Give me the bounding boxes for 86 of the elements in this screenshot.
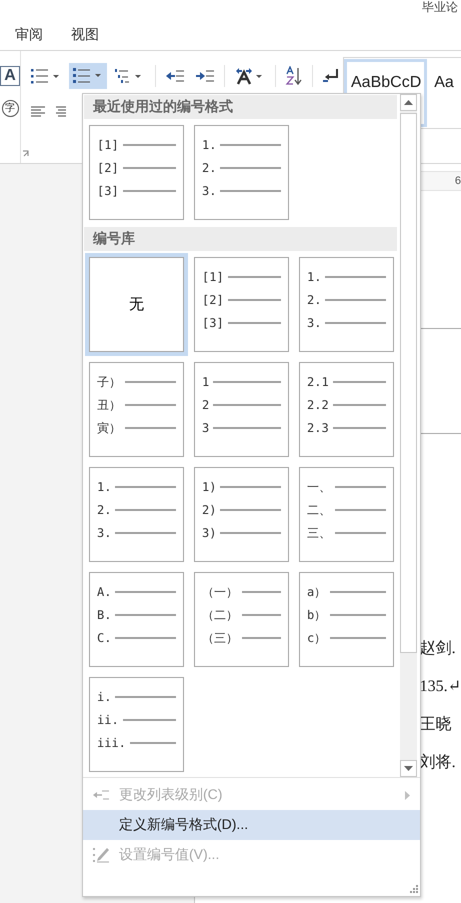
numbering-format-tile[interactable]: 1) 2) 3) <box>194 467 289 562</box>
number-marker: [3] <box>97 184 119 198</box>
number-marker: c） <box>307 630 326 646</box>
document-text: 王晓 <box>420 714 453 735</box>
ribbon-tab[interactable]: 视图 <box>71 24 99 46</box>
number-marker: a） <box>307 584 326 600</box>
scroll-up-button[interactable] <box>400 94 417 111</box>
numbering-format-tile[interactable]: 1. 2. 3. <box>194 125 289 220</box>
number-marker: 1. <box>202 138 216 152</box>
enclose-character-button[interactable]: 字 <box>2 100 18 117</box>
numbering-format-tile[interactable]: 一、 二、 三、 <box>299 467 394 562</box>
show-marks-icon <box>322 68 340 84</box>
section-header: 最近使用过的编号格式 <box>84 95 397 119</box>
number-marker: b） <box>307 606 326 624</box>
number-marker: 3. <box>202 184 216 198</box>
numbering-format-tile[interactable]: 1. 2. 3. <box>299 257 394 352</box>
number-marker: 3) <box>202 526 216 540</box>
caret-up-icon <box>404 100 413 105</box>
number-marker: ii. <box>97 713 119 727</box>
number-marker: C. <box>97 631 112 645</box>
number-marker: 2. <box>97 503 112 517</box>
document-text: 135.↵ <box>420 677 461 697</box>
align-left-icon <box>30 106 46 118</box>
numbering-format-tile[interactable]: [1] [2] [3] <box>89 125 184 220</box>
numbering-icon <box>72 67 104 85</box>
number-marker: 2. <box>202 161 216 175</box>
increase-indent-icon <box>195 69 215 83</box>
number-marker: 1) <box>202 480 216 494</box>
ruler-number: 6 <box>454 175 461 187</box>
number-marker: [1] <box>97 138 119 152</box>
menu-item[interactable]: 定义新编号格式(D)... <box>83 810 420 840</box>
number-marker: 2 <box>202 398 210 412</box>
scrollbar-thumb[interactable] <box>400 113 417 653</box>
numbering-format-tile[interactable]: 子） 丑） 寅） <box>89 362 184 457</box>
number-marker: （三） <box>202 630 238 646</box>
number-marker: 2) <box>202 503 216 517</box>
number-marker: [1] <box>202 270 224 284</box>
number-marker: （二） <box>202 606 238 624</box>
number-marker: iii. <box>97 736 126 750</box>
number-marker: 2.2 <box>307 398 329 412</box>
number-marker: 3. <box>307 316 322 330</box>
document-text: 刘将. <box>420 752 457 773</box>
caret-down-icon <box>404 766 413 771</box>
document-text: 赵剑. <box>420 639 457 659</box>
numbering-format-tile[interactable]: [1] [2] [3] <box>194 257 289 352</box>
number-marker: 3. <box>97 526 112 540</box>
scroll-down-button[interactable] <box>400 760 417 777</box>
decrease-indent-icon <box>165 69 185 83</box>
numbering-format-tile[interactable]: 1 2 3 <box>194 362 289 457</box>
numbering-format-tile[interactable]: A. B. C. <box>89 572 184 667</box>
number-marker: 2.3 <box>307 421 329 435</box>
character-border-button[interactable]: A <box>0 66 20 86</box>
ribbon-tab[interactable]: 审阅 <box>15 24 43 46</box>
number-marker: [2] <box>97 161 119 175</box>
numbering-format-tile[interactable]: 2.1 2.2 2.3 <box>299 362 394 457</box>
resize-grip-icon[interactable] <box>410 885 418 893</box>
number-marker: （一） <box>202 584 238 600</box>
number-marker: 1 <box>202 375 210 389</box>
number-marker: 2.1 <box>307 375 329 389</box>
number-marker: 子） <box>97 374 121 390</box>
sort-icon <box>285 66 303 86</box>
align-center-icon <box>56 106 66 118</box>
dialog-launcher-icon[interactable] <box>22 150 30 158</box>
numbering-format-tile[interactable]: a） b） c） <box>299 572 394 667</box>
number-marker: i. <box>97 690 112 704</box>
number-marker: 丑） <box>97 396 121 414</box>
list-level-icon <box>92 789 110 801</box>
bullets-icon <box>30 68 62 84</box>
numbering-format-tile[interactable]: i. ii. iii. <box>89 677 184 772</box>
number-marker: 3 <box>202 421 210 435</box>
number-marker: 三、 <box>307 524 331 542</box>
numbering-value-icon <box>92 846 110 864</box>
number-marker: 寅） <box>97 420 121 436</box>
number-marker: 1. <box>307 270 322 284</box>
number-marker: 一、 <box>307 478 331 496</box>
numbering-format-tile[interactable]: 1. 2. 3. <box>89 467 184 562</box>
number-marker: 2. <box>307 293 322 307</box>
number-marker: [2] <box>202 293 224 307</box>
number-marker: A. <box>97 585 112 599</box>
number-marker: 1. <box>97 480 112 494</box>
window-title: 毕业论 <box>422 0 458 16</box>
number-marker: B. <box>97 608 112 622</box>
numbering-format-tile[interactable]: （一） （二） （三） <box>194 572 289 667</box>
number-marker: 二、 <box>307 502 331 518</box>
section-header: 编号库 <box>84 227 397 251</box>
number-marker: [3] <box>202 316 224 330</box>
